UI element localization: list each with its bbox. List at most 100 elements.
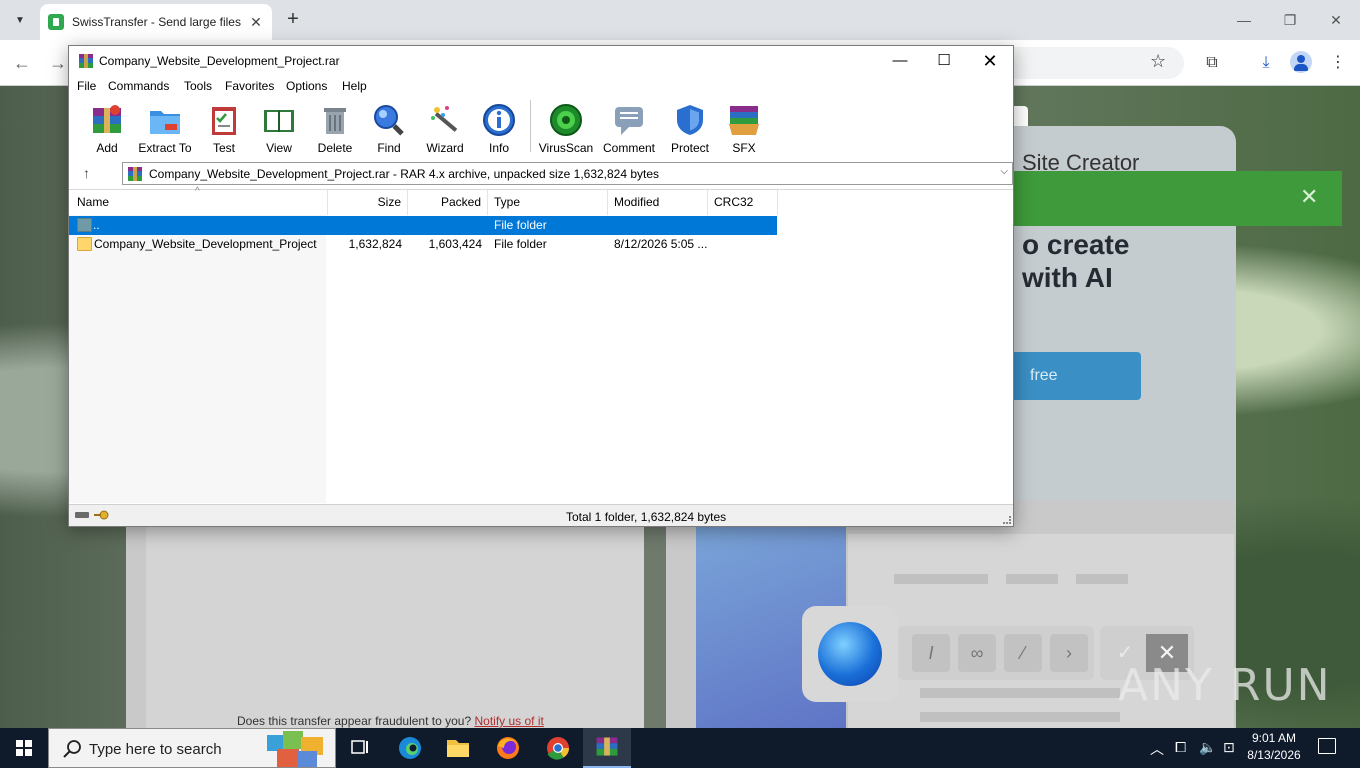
more-menu-icon[interactable]: ⋮ — [1326, 51, 1350, 75]
headline-line-2: with AI — [1022, 262, 1113, 293]
try-free-button[interactable]: free — [1014, 352, 1141, 400]
sfx-button[interactable]: SFX — [716, 100, 772, 156]
file-explorer-icon[interactable] — [434, 728, 482, 768]
placeholder-bar — [1006, 574, 1058, 584]
firefox-icon[interactable] — [484, 728, 532, 768]
archive-path-text: Company_Website_Development_Project.rar … — [149, 167, 660, 181]
volume-icon[interactable]: 🔈 — [1199, 739, 1216, 756]
tab-search-chevron-icon[interactable]: ▼ — [8, 8, 32, 32]
column-crc32[interactable]: CRC32 — [708, 190, 778, 215]
list-header: ^ Name Size Packed Type Modified CRC32 — [69, 186, 1013, 215]
file-list: ^ Name Size Packed Type Modified CRC32 .… — [69, 186, 1013, 503]
meet-now-icon[interactable]: ⧠ — [1175, 739, 1186, 756]
download-icon[interactable]: ⤓ — [1254, 51, 1278, 75]
resize-grip[interactable] — [1003, 516, 1011, 524]
notification-center-icon[interactable] — [1318, 738, 1336, 754]
new-tab-button[interactable]: + — [282, 8, 304, 30]
bookmark-star-icon[interactable]: ☆ — [1150, 51, 1166, 72]
rar-file-icon — [128, 167, 142, 181]
sfx-box-icon — [729, 106, 759, 135]
fraud-question: Does this transfer appear fraudulent to … — [237, 714, 472, 728]
archive-path-box[interactable]: Company_Website_Development_Project.rar … — [122, 162, 1013, 185]
test-label: Test — [212, 141, 235, 155]
comment-button[interactable]: Comment — [601, 100, 657, 156]
placeholder-bar — [920, 712, 1120, 722]
browser-restore-icon[interactable]: ❐ — [1278, 8, 1302, 32]
test-button[interactable]: Test — [196, 100, 252, 156]
table-row-parent[interactable]: .. File folder — [69, 216, 777, 235]
column-packed[interactable]: Packed — [408, 190, 488, 215]
profile-avatar-icon[interactable] — [1290, 51, 1312, 73]
menu-options[interactable]: Options — [286, 79, 327, 93]
clock-date[interactable]: 8/13/2026 — [1244, 748, 1304, 762]
extract-to-button[interactable]: Extract To — [137, 100, 193, 156]
delete-button[interactable]: Delete — [307, 100, 363, 156]
protect-label: Protect — [670, 141, 709, 155]
folder-extract-icon — [150, 111, 180, 134]
italic-icon: I — [912, 634, 950, 672]
wizard-button[interactable]: Wizard — [417, 100, 473, 156]
search-highlight-puzzle-icon — [267, 731, 323, 767]
chevron-right-icon: › — [1050, 634, 1088, 672]
winrar-maximize-icon[interactable]: ☐ — [921, 46, 967, 76]
view-label: View — [266, 141, 292, 155]
notify-link[interactable]: Notify us of it — [474, 714, 543, 728]
forward-arrow-icon[interactable]: → — [46, 51, 70, 75]
archive-add-icon — [93, 105, 121, 133]
row-name: Company_Website_Development_Project — [94, 237, 317, 251]
row-type: File folder — [494, 218, 547, 232]
winrar-taskbar-icon[interactable] — [583, 728, 631, 768]
column-size[interactable]: Size — [328, 190, 408, 215]
link-icon: ∞ — [958, 634, 996, 672]
column-modified[interactable]: Modified — [608, 190, 708, 215]
taskbar-search-box[interactable]: Type here to search — [48, 728, 336, 768]
brush-icon: ⁄ — [1004, 634, 1042, 672]
menu-tools[interactable]: Tools — [184, 79, 212, 93]
browser-close-icon[interactable]: ✕ — [1324, 8, 1348, 32]
edge-browser-icon[interactable] — [386, 728, 434, 768]
extract-to-label: Extract To — [138, 141, 192, 155]
up-folder-arrow-icon[interactable]: ↑ — [83, 165, 90, 181]
browser-minimize-icon[interactable]: — — [1232, 8, 1256, 32]
menu-commands[interactable]: Commands — [108, 79, 169, 93]
chrome-icon[interactable] — [534, 728, 582, 768]
add-button[interactable]: Add — [79, 100, 135, 156]
row-name: .. — [93, 218, 100, 232]
tab-close-icon[interactable]: ✕ — [248, 14, 264, 31]
browser-tab[interactable]: SwissTransfer - Send large files ✕ — [40, 4, 272, 40]
tray-overflow-chevron-icon[interactable]: ︿ — [1150, 739, 1164, 759]
view-button[interactable]: View — [251, 100, 307, 156]
menu-file[interactable]: File — [77, 79, 96, 93]
extensions-puzzle-icon[interactable]: ⧉ — [1200, 51, 1224, 75]
add-label: Add — [96, 141, 118, 155]
headline-line-1: o create — [1022, 229, 1130, 260]
column-type[interactable]: Type — [488, 190, 608, 215]
info-button[interactable]: Info — [471, 100, 527, 156]
winrar-titlebar[interactable]: Company_Website_Development_Project.rar … — [69, 46, 1013, 76]
table-row[interactable]: Company_Website_Development_Project 1,63… — [69, 235, 777, 254]
winrar-app-icon — [79, 54, 93, 68]
back-arrow-icon[interactable]: ← — [10, 51, 34, 75]
protect-button[interactable]: Protect — [662, 100, 718, 156]
task-view-icon[interactable] — [336, 728, 384, 768]
section-divider — [644, 526, 666, 728]
shield-icon — [677, 105, 703, 135]
banner-close-icon[interactable]: ✕ — [1300, 184, 1318, 210]
search-placeholder: Type here to search — [89, 741, 222, 758]
menu-help[interactable]: Help — [342, 79, 367, 93]
virusscan-button[interactable]: VirusScan — [538, 100, 594, 156]
windows-start-icon[interactable] — [0, 728, 48, 768]
folder-icon — [77, 237, 92, 251]
winrar-minimize-icon[interactable]: — — [877, 46, 923, 76]
chevron-down-icon[interactable]: ⌵ — [1000, 166, 1008, 177]
column-name[interactable]: Name — [71, 190, 328, 215]
find-button[interactable]: Find — [361, 100, 417, 156]
network-icon[interactable]: ⊡ — [1223, 739, 1235, 756]
virusscan-label: VirusScan — [538, 141, 594, 155]
swisstransfer-favicon-icon — [48, 14, 64, 30]
winrar-close-icon[interactable]: ✕ — [967, 46, 1013, 76]
tab-title: SwissTransfer - Send large files — [72, 15, 241, 29]
book-view-icon — [264, 110, 294, 132]
clock-time[interactable]: 9:01 AM — [1248, 731, 1300, 745]
menu-favorites[interactable]: Favorites — [225, 79, 274, 93]
